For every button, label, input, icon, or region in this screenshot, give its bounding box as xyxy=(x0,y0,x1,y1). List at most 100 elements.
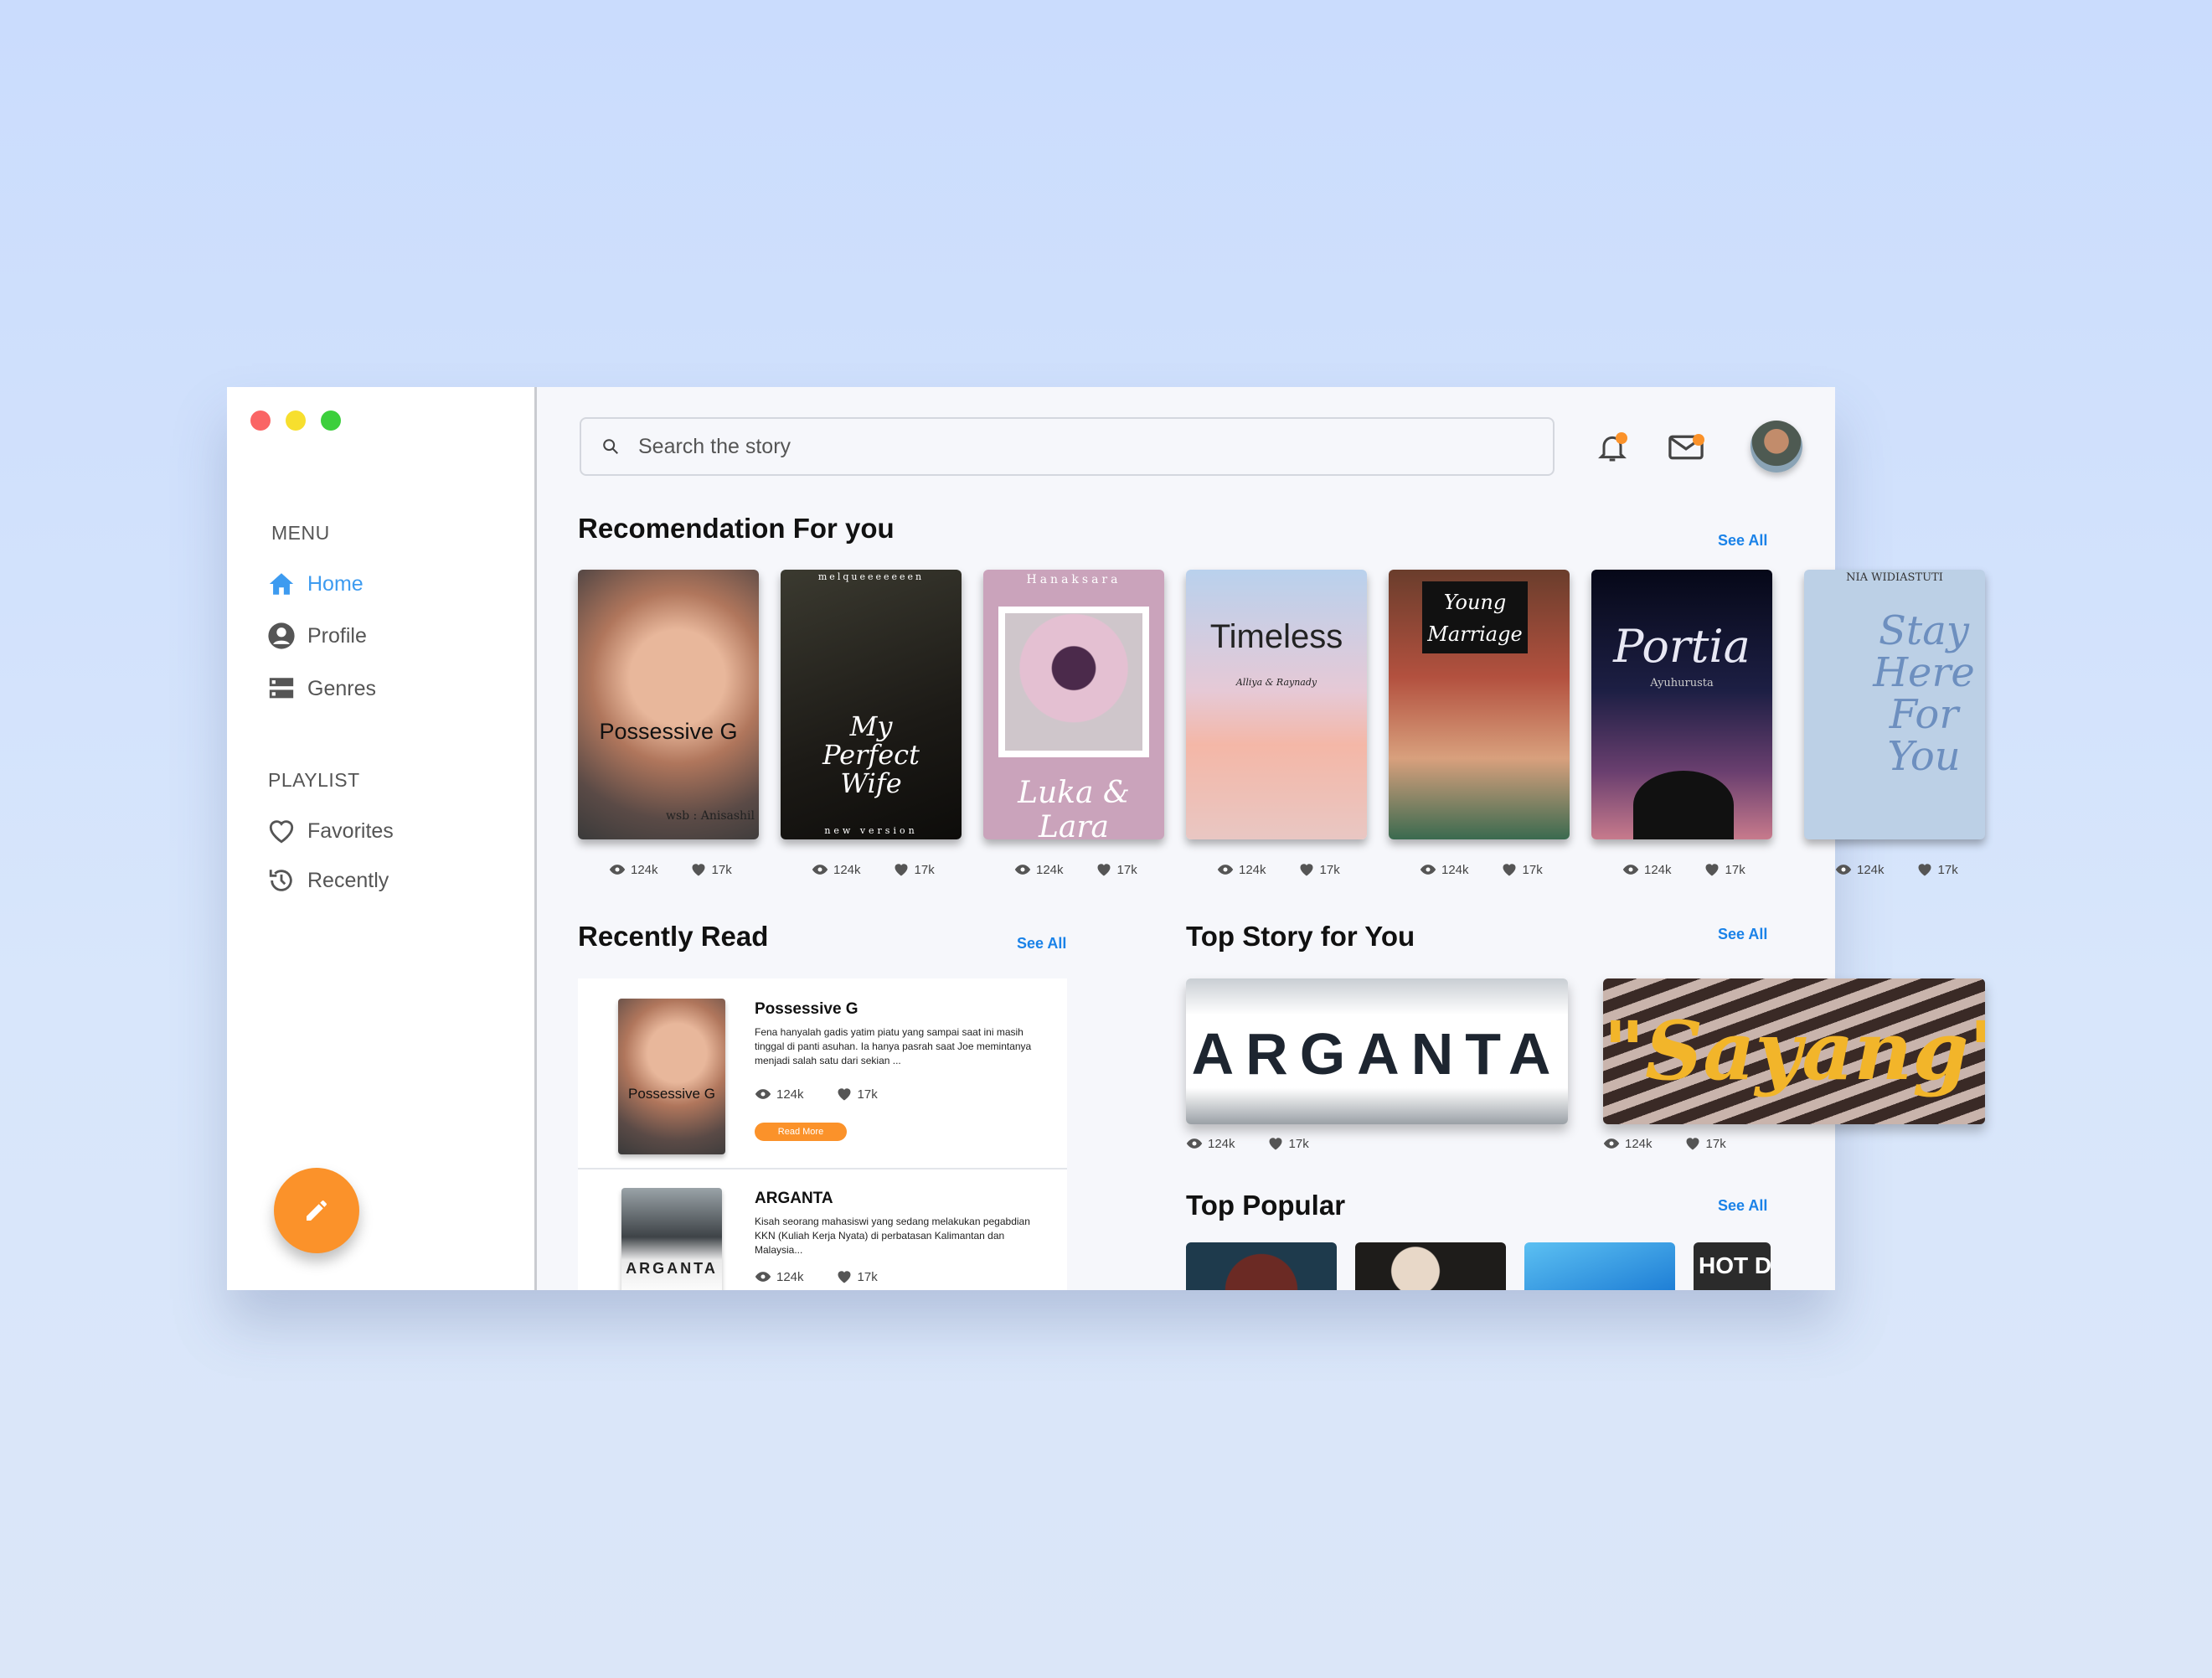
book-stats: 124k 17k xyxy=(1622,861,1745,878)
heart-icon xyxy=(838,1271,851,1283)
silhouette xyxy=(1633,771,1734,839)
search-input[interactable] xyxy=(638,434,1476,459)
sidebar-item-label: Profile xyxy=(307,623,367,648)
book-stats: 124k 17k xyxy=(812,861,935,878)
list-item[interactable]: Possessive G Possessive G Fena hanyalah … xyxy=(578,978,1067,1169)
book-title: ARGANTA xyxy=(755,1190,833,1207)
book-cover-title: Young Marriage xyxy=(1427,591,1523,646)
book-cover-luka-lara[interactable]: Hanaksara Luka & Lara xyxy=(983,570,1164,839)
heart-icon xyxy=(1269,1138,1282,1150)
book-thumbnail: ARGANTA xyxy=(621,1188,722,1290)
heart-icon xyxy=(895,864,908,876)
heart-icon xyxy=(269,820,294,844)
book-cover-title: Possessive G xyxy=(599,719,738,744)
like-count: 17k xyxy=(1288,1136,1309,1151)
view-count: 124k xyxy=(833,862,861,877)
eye-icon xyxy=(1186,1138,1203,1149)
sidebar-item-favorites[interactable]: Favorites xyxy=(267,817,394,845)
heart-icon xyxy=(1300,864,1313,876)
book-cover-young-marriage[interactable]: Young Marriage xyxy=(1389,570,1570,839)
book-thumbnail: Possessive G xyxy=(618,999,725,1154)
book-stats: 124k 17k xyxy=(755,1086,878,1102)
minimize-button[interactable] xyxy=(286,410,306,431)
like-count: 17k xyxy=(1319,862,1340,877)
eye-icon xyxy=(1603,1138,1620,1149)
book-cover-timeless[interactable]: Timeless Alliya & Raynady xyxy=(1186,570,1367,839)
write-story-button[interactable] xyxy=(274,1168,359,1253)
book-cover-author: wsb : Anisashil xyxy=(665,809,755,823)
book-cover-title: Luka & Lara xyxy=(1018,776,1130,839)
notification-button[interactable] xyxy=(1596,431,1629,464)
heart-icon xyxy=(838,1088,851,1101)
eye-icon xyxy=(755,1089,771,1099)
book-cover-title: Portia xyxy=(1613,620,1751,673)
view-count: 124k xyxy=(776,1269,804,1284)
book-cover-possessive-g[interactable]: Possessive G wsb : Anisashil xyxy=(578,570,759,839)
notification-badge xyxy=(1616,432,1627,444)
book-cover-title: Stay Here For You xyxy=(1873,607,1975,780)
popular-book-card[interactable] xyxy=(1524,1242,1675,1290)
book-cover-top-text: Hanaksara xyxy=(1026,573,1121,586)
search-bar[interactable] xyxy=(580,417,1555,476)
view-count: 124k xyxy=(776,1087,804,1102)
book-cover-portia[interactable]: Portia Ayuhurusta xyxy=(1591,570,1772,839)
book-stats: 124k 17k xyxy=(1217,861,1340,878)
playlist-heading: PLAYLIST xyxy=(268,769,360,791)
maximize-button[interactable] xyxy=(321,410,341,431)
user-circle-icon xyxy=(268,622,295,649)
list-icon xyxy=(269,678,294,699)
heart-icon xyxy=(1686,1138,1699,1150)
close-button[interactable] xyxy=(250,410,271,431)
sidebar-item-home[interactable]: Home xyxy=(267,570,364,598)
popular-book-card[interactable] xyxy=(1355,1242,1506,1290)
book-cover-my-perfect-wife[interactable]: melqueeeeeeen My Perfect Wife new versio… xyxy=(781,570,962,839)
book-title: Possessive G xyxy=(755,1000,859,1018)
like-count: 17k xyxy=(1522,862,1543,877)
book-description: Fena hanyalah gadis yatim piatu yang sam… xyxy=(755,1026,1032,1066)
sidebar-item-recently[interactable]: Recently xyxy=(267,866,389,895)
view-count: 124k xyxy=(631,862,658,877)
eye-icon xyxy=(1835,865,1852,875)
recommendation-see-all-link[interactable]: See All xyxy=(1718,532,1767,550)
book-cover-title: Timeless xyxy=(1209,618,1343,655)
book-stats: 124k 17k xyxy=(1835,861,1958,878)
mail-button[interactable] xyxy=(1668,431,1704,464)
list-item[interactable]: ARGANTA ARGANTA Kisah seorang mahasiswi … xyxy=(578,1171,1067,1290)
avatar[interactable] xyxy=(1751,421,1802,472)
sidebar-item-label: Genres xyxy=(307,676,376,700)
like-count: 17k xyxy=(1705,1136,1726,1151)
book-cover-author: Ayuhurusta xyxy=(1650,677,1714,689)
sidebar-item-profile[interactable]: Profile xyxy=(267,622,367,650)
view-count: 124k xyxy=(1441,862,1469,877)
pencil-icon xyxy=(307,1200,327,1221)
sidebar: MENU Home Profile Genres PLAYLIST Favori… xyxy=(227,387,537,1290)
recently-read-title: Recently Read xyxy=(578,921,769,952)
eye-icon xyxy=(812,865,828,875)
top-story-see-all-link[interactable]: See All xyxy=(1718,926,1767,943)
sidebar-item-genres[interactable]: Genres xyxy=(267,674,376,703)
view-count: 124k xyxy=(1036,862,1064,877)
top-popular-title: Top Popular xyxy=(1186,1190,1346,1221)
heart-icon xyxy=(1097,864,1111,876)
book-cover-top-text: melqueeeeeeen xyxy=(817,571,925,582)
view-count: 124k xyxy=(1239,862,1266,877)
top-popular-see-all-link[interactable]: See All xyxy=(1718,1197,1767,1215)
book-stats: 124k 17k xyxy=(1420,861,1543,878)
banner-title: ARGANTA xyxy=(1191,1021,1563,1087)
heart-icon xyxy=(692,864,705,876)
popular-book-card[interactable]: HOT D xyxy=(1694,1242,1771,1290)
like-count: 17k xyxy=(1725,862,1745,877)
top-story-banner-arganta[interactable]: ARGANTA xyxy=(1186,978,1568,1124)
popular-book-card[interactable] xyxy=(1186,1242,1337,1290)
recently-read-see-all-link[interactable]: See All xyxy=(1017,935,1066,953)
book-cover-author: Alliya & Raynady xyxy=(1235,677,1317,688)
mail-badge xyxy=(1693,434,1704,446)
read-more-button[interactable]: Read More xyxy=(755,1123,847,1141)
banner-title: "Sayang" xyxy=(1603,1004,1985,1098)
heart-icon xyxy=(1918,864,1931,876)
eye-icon xyxy=(1014,865,1031,875)
top-story-banner-sayang[interactable]: "Sayang" xyxy=(1603,978,1985,1124)
sidebar-item-label: Home xyxy=(307,571,364,596)
book-cover-stay-here-for-you[interactable]: NIA WIDIASTUTI Stay Here For You xyxy=(1804,570,1985,839)
view-count: 124k xyxy=(1625,1136,1653,1151)
